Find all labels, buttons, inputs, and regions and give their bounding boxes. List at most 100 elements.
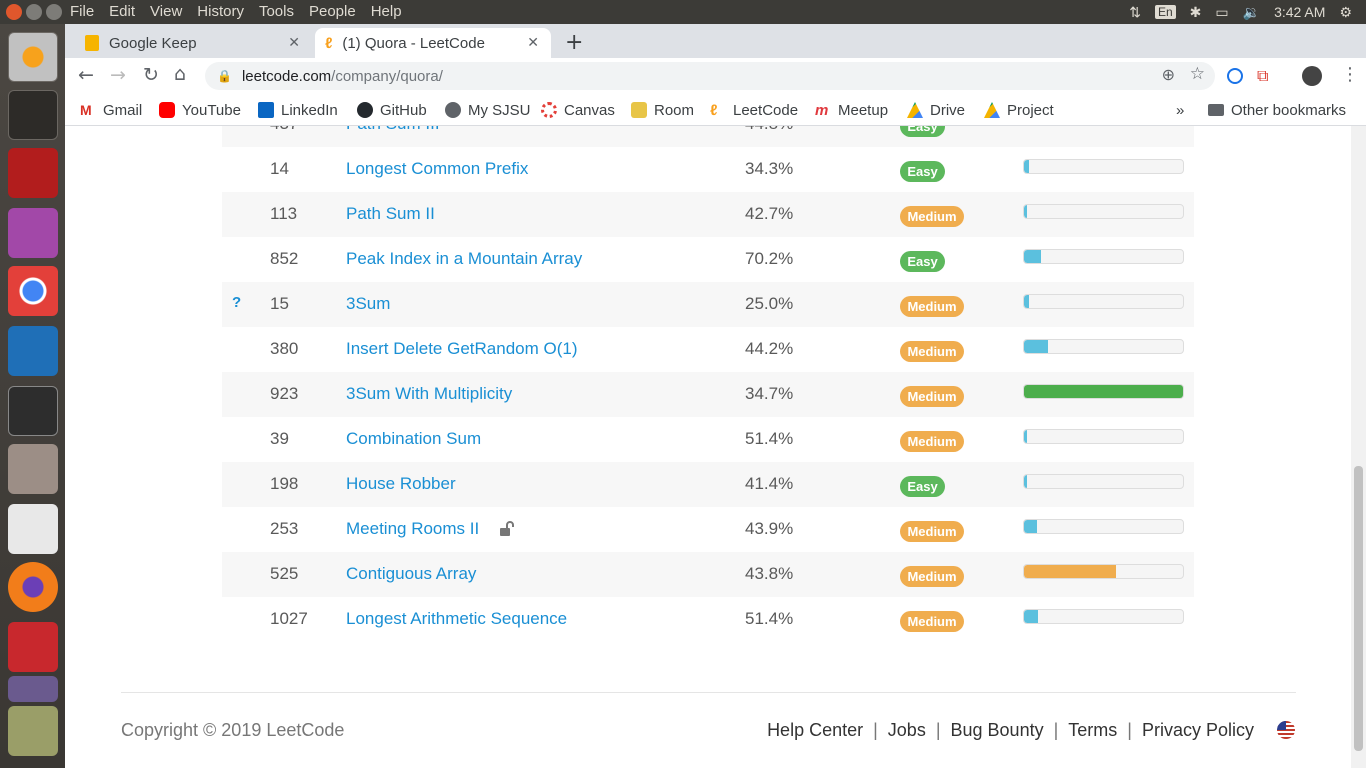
pdf-viewer-icon[interactable] (8, 622, 58, 672)
unlock-icon (499, 521, 515, 537)
tab-leetcode[interactable]: ℓ (1) Quora - LeetCode ✕ (315, 28, 551, 58)
problem-title[interactable]: Insert Delete GetRandom O(1) (346, 339, 577, 359)
problem-title[interactable]: Path Sum III (346, 126, 440, 134)
problem-title[interactable]: 3Sum With Multiplicity (346, 384, 512, 404)
acceptance-rate: 44.8% (745, 126, 793, 134)
footer-link-privacy-policy[interactable]: Privacy Policy (1142, 720, 1254, 741)
workspace-switcher-icon[interactable] (8, 90, 58, 140)
address-bar[interactable]: 🔒 leetcode.com/company/quora/ ⊕ ☆ (205, 62, 1215, 90)
problem-title[interactable]: Combination Sum (346, 429, 481, 449)
bookmark-youtube[interactable]: YouTube (159, 100, 241, 120)
footer-link-bug-bounty[interactable]: Bug Bounty (951, 720, 1044, 741)
close-window-icon[interactable] (6, 4, 22, 20)
minimize-window-icon[interactable] (26, 4, 42, 20)
text-editor-icon[interactable] (8, 504, 58, 554)
menu-file[interactable]: File (70, 3, 94, 20)
extension-icon[interactable] (1227, 68, 1243, 84)
problem-id: 14 (270, 159, 289, 178)
vscode-icon[interactable] (8, 326, 58, 376)
menu-help[interactable]: Help (371, 3, 402, 20)
frequency-bar (1023, 159, 1184, 174)
close-tab-icon[interactable]: ✕ (288, 34, 300, 51)
menu-view[interactable]: View (150, 3, 182, 20)
problem-id: 113 (270, 204, 298, 223)
home-icon[interactable]: ⌂ (174, 63, 186, 85)
zoom-icon[interactable]: ⊕ (1162, 65, 1175, 85)
new-tab-button[interactable]: + (565, 30, 583, 55)
drive-icon (907, 102, 923, 118)
bookmark-linkedin[interactable]: LinkedIn (258, 100, 338, 120)
bookmarks-overflow-button[interactable]: » (1176, 100, 1184, 120)
frequency-fill (1024, 205, 1028, 218)
menu-people[interactable]: People (309, 3, 356, 20)
forward-icon[interactable]: → (110, 64, 126, 86)
problem-title[interactable]: Path Sum II (346, 204, 435, 224)
table-row: 380 Insert Delete GetRandom O(1) 44.2% Medi… (222, 327, 1194, 372)
menu-history[interactable]: History (197, 3, 244, 20)
problem-id: 923 (270, 384, 299, 403)
ubuntu-dash-icon[interactable] (8, 32, 58, 82)
acceptance-rate: 34.3% (745, 159, 794, 178)
battery-icon[interactable]: ▭ (1215, 4, 1228, 21)
firefox-icon[interactable] (8, 562, 58, 612)
keep-icon (85, 35, 99, 51)
profile-avatar[interactable] (1302, 66, 1322, 86)
bookmark-github[interactable]: GitHub (357, 100, 427, 120)
bookmark-drive[interactable]: Drive (907, 100, 965, 120)
problem-title[interactable]: Peak Index in a Mountain Array (346, 249, 582, 269)
footer-link-terms[interactable]: Terms (1068, 720, 1117, 741)
footer-link-help-center[interactable]: Help Center (767, 720, 863, 741)
tab-google-keep[interactable]: Google Keep ✕ (77, 28, 312, 58)
bookmark-mysjsu[interactable]: My SJSU (445, 100, 531, 120)
more-menu-icon[interactable]: ⋮ (1341, 64, 1359, 85)
dvd-icon[interactable] (8, 676, 58, 702)
power-gear-icon[interactable]: ⚙ (1339, 4, 1352, 21)
us-flag-icon[interactable] (1277, 721, 1295, 739)
menu-tools[interactable]: Tools (259, 3, 294, 20)
terminal-icon[interactable] (8, 386, 58, 436)
maximize-window-icon[interactable] (46, 4, 62, 20)
back-icon[interactable]: ← (78, 64, 94, 86)
footer-link-jobs[interactable]: Jobs (888, 720, 926, 741)
frequency-fill (1024, 385, 1183, 398)
problem-title[interactable]: Contiguous Array (346, 564, 476, 584)
bookmark-canvas[interactable]: Canvas (541, 100, 615, 120)
clock[interactable]: 3:42 AM (1274, 4, 1325, 20)
remote-desktop-icon[interactable] (8, 148, 58, 198)
bookmark-gmail[interactable]: M Gmail (80, 100, 142, 120)
other-bookmarks[interactable]: Other bookmarks (1208, 100, 1346, 120)
close-tab-icon[interactable]: ✕ (527, 34, 539, 51)
image-viewer-icon[interactable] (8, 706, 58, 756)
pdf-extension-icon[interactable]: ⧉ (1257, 66, 1268, 86)
question-mark-icon[interactable]: ? (232, 294, 241, 311)
frequency-fill (1024, 250, 1042, 263)
problem-title[interactable]: Longest Common Prefix (346, 159, 528, 179)
acceptance-rate: 51.4% (745, 429, 794, 448)
chrome-icon[interactable] (8, 266, 58, 316)
network-arrows-icon[interactable]: ⇅ (1129, 4, 1141, 21)
menu-edit[interactable]: Edit (109, 3, 135, 20)
scrollbar-thumb[interactable] (1354, 466, 1363, 751)
file-manager-icon[interactable] (8, 444, 58, 494)
problem-title[interactable]: House Robber (346, 474, 456, 494)
page-scrollbar[interactable] (1351, 126, 1366, 768)
bookmark-project[interactable]: Project (984, 100, 1054, 120)
table-row: 253 Meeting Rooms II 43.9% Medium (222, 507, 1194, 552)
purple-app-icon[interactable] (8, 208, 58, 258)
lock-icon[interactable]: 🔒 (217, 69, 232, 83)
bluetooth-icon[interactable]: ✱ (1190, 4, 1202, 21)
difficulty-badge: Easy (900, 251, 945, 272)
problem-title[interactable]: Meeting Rooms II (346, 519, 479, 539)
problem-title[interactable]: Longest Arithmetic Sequence (346, 609, 567, 629)
problem-title[interactable]: 3Sum (346, 294, 390, 314)
bookmark-star-icon[interactable]: ☆ (1190, 64, 1205, 84)
acceptance-rate: 43.9% (745, 519, 794, 538)
bookmark-meetup[interactable]: m Meetup (815, 100, 888, 120)
table-row: 14 Longest Common Prefix 34.3% Easy (222, 147, 1194, 192)
acceptance-rate: 44.2% (745, 339, 794, 358)
bookmark-leetcode[interactable]: ℓ LeetCode (710, 100, 798, 120)
reload-icon[interactable]: ↻ (143, 64, 159, 86)
keyboard-layout[interactable]: En (1154, 5, 1176, 19)
volume-icon[interactable]: 🔉 (1243, 4, 1260, 21)
bookmark-room[interactable]: Room (631, 100, 694, 120)
